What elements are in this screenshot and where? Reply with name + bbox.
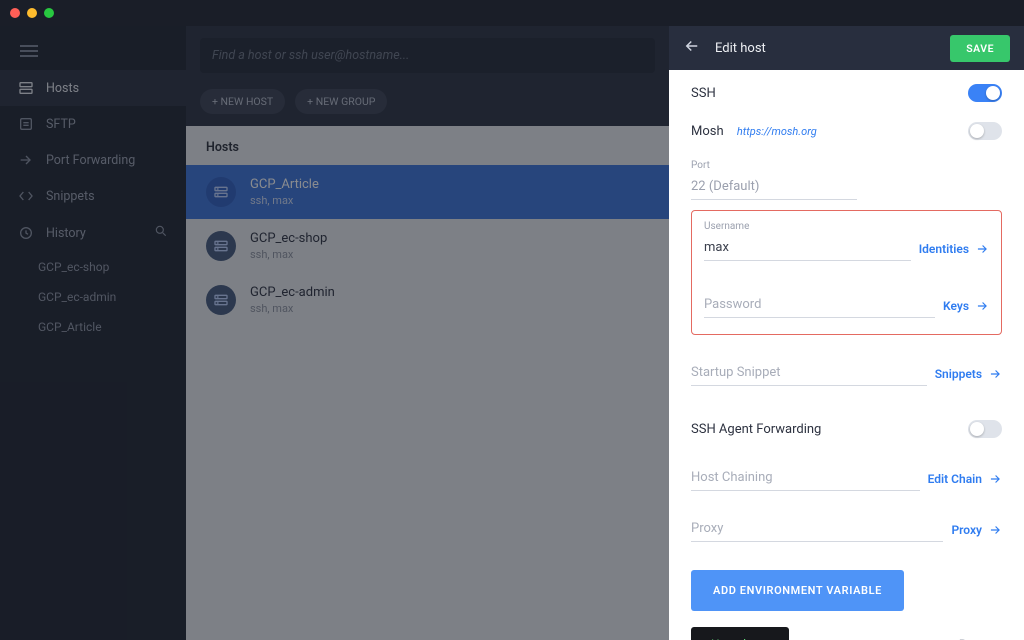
panel-title: Edit host: [715, 41, 936, 56]
proxy-input[interactable]: [691, 515, 943, 542]
host-row[interactable]: GCP_ec-admin ssh, max: [186, 273, 669, 327]
agent-forwarding-label: SSH Agent Forwarding: [691, 422, 821, 437]
maximize-window-button[interactable]: [44, 8, 54, 18]
startup-snippet-input[interactable]: [691, 359, 927, 386]
ssh-label: SSH: [691, 86, 716, 101]
sidebar-item-label: Port Forwarding: [46, 153, 135, 168]
new-group-button[interactable]: + NEW GROUP: [295, 89, 387, 114]
hosts-column: Find a host or ssh user@hostname... + NE…: [186, 26, 669, 640]
proxy-link[interactable]: Proxy: [951, 523, 1002, 542]
edit-chain-link[interactable]: Edit Chain: [928, 472, 1002, 491]
sidebar-item-label: Hosts: [46, 81, 79, 96]
sftp-icon: [18, 116, 34, 132]
port-forwarding-icon: [18, 152, 34, 168]
history-icon: [18, 225, 34, 241]
identities-link[interactable]: Identities: [919, 242, 989, 261]
host-row[interactable]: GCP_Article ssh, max: [186, 165, 669, 219]
port-label: Port: [691, 160, 1002, 171]
server-icon: [206, 285, 236, 315]
host-chaining-input[interactable]: [691, 464, 920, 491]
menu-toggle-button[interactable]: [0, 26, 186, 70]
password-input[interactable]: [704, 291, 935, 318]
port-input[interactable]: [691, 173, 857, 200]
sidebar-item-history[interactable]: History: [0, 214, 186, 252]
host-name: GCP_ec-admin: [250, 285, 335, 300]
history-item[interactable]: GCP_Article: [38, 312, 186, 342]
history-item[interactable]: GCP_ec-shop: [38, 252, 186, 282]
credentials-highlight: Username Identities: [691, 210, 1002, 335]
minimize-window-button[interactable]: [27, 8, 37, 18]
host-name: GCP_ec-shop: [250, 231, 327, 246]
save-button[interactable]: SAVE: [950, 35, 1010, 62]
snippets-icon: [18, 188, 34, 204]
agent-forwarding-toggle[interactable]: [968, 420, 1002, 438]
sidebar-item-sftp[interactable]: SFTP: [0, 106, 186, 142]
snippets-link[interactable]: Snippets: [935, 367, 1002, 386]
back-button[interactable]: [683, 37, 701, 59]
ssh-toggle[interactable]: [968, 84, 1002, 102]
server-icon: [206, 231, 236, 261]
host-subtitle: ssh, max: [250, 194, 319, 207]
host-subtitle: ssh, max: [250, 248, 327, 261]
env-variable-chip[interactable]: Homebrew: [691, 627, 789, 640]
new-host-button[interactable]: + NEW HOST: [200, 89, 285, 114]
sidebar-item-label: History: [46, 226, 86, 241]
host-subtitle: ssh, max: [250, 302, 335, 315]
username-label: Username: [704, 221, 989, 232]
mosh-label: Mosh https://mosh.org: [691, 124, 817, 139]
username-input[interactable]: [704, 234, 911, 261]
mosh-link[interactable]: https://mosh.org: [737, 125, 817, 138]
history-item[interactable]: GCP_ec-admin: [38, 282, 186, 312]
window-titlebar: [0, 0, 1024, 26]
host-row[interactable]: GCP_ec-shop ssh, max: [186, 219, 669, 273]
close-window-button[interactable]: [10, 8, 20, 18]
host-name: GCP_Article: [250, 177, 319, 192]
edit-host-panel: Edit host SAVE SSH Mosh https://mosh.org…: [669, 26, 1024, 640]
hosts-icon: [18, 80, 34, 96]
keys-link[interactable]: Keys: [943, 299, 989, 318]
mosh-toggle[interactable]: [968, 122, 1002, 140]
search-icon[interactable]: [154, 224, 168, 242]
sidebar-item-snippets[interactable]: Snippets: [0, 178, 186, 214]
server-icon: [206, 177, 236, 207]
add-env-variable-button[interactable]: ADD ENVIRONMENT VARIABLE: [691, 570, 904, 611]
sidebar-item-hosts[interactable]: Hosts: [0, 70, 186, 106]
sidebar: Hosts SFTP Port Forwarding: [0, 26, 186, 640]
sidebar-item-port-forwarding[interactable]: Port Forwarding: [0, 142, 186, 178]
sidebar-item-label: Snippets: [46, 189, 95, 204]
sidebar-item-label: SFTP: [46, 117, 76, 132]
search-input[interactable]: Find a host or ssh user@hostname...: [200, 38, 655, 73]
hosts-section-label: Hosts: [186, 126, 669, 165]
